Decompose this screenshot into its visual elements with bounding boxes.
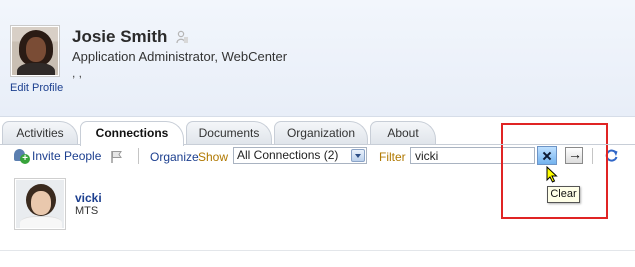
- toolbar-separator: [138, 148, 139, 164]
- invite-people-icon: +: [14, 149, 30, 164]
- content-bottom-border: [0, 250, 635, 251]
- profile-extra: , ,: [72, 66, 83, 80]
- show-select-value: All Connections (2): [237, 148, 339, 162]
- filter-label: Filter: [379, 150, 406, 164]
- profile-avatar: [10, 25, 60, 77]
- tab-documents[interactable]: Documents: [186, 121, 272, 145]
- profile-name: Josie Smith: [72, 27, 168, 46]
- tab-activities[interactable]: Activities: [2, 121, 78, 145]
- organize-link[interactable]: Organize: [150, 150, 199, 164]
- flag-icon[interactable]: [110, 150, 124, 164]
- contact-name-link[interactable]: vicki: [75, 191, 102, 205]
- presence-icon: [176, 30, 188, 44]
- profile-header: Josie Smith Application Administrator, W…: [0, 0, 635, 117]
- show-label: Show: [198, 150, 229, 164]
- clear-tooltip: Clear: [547, 186, 580, 203]
- contact-role: MTS: [75, 205, 99, 217]
- tab-connections[interactable]: Connections: [80, 121, 184, 146]
- avatar[interactable]: [14, 178, 66, 230]
- edit-profile-link[interactable]: Edit Profile: [10, 82, 63, 94]
- tab-about[interactable]: About: [370, 121, 436, 145]
- show-select[interactable]: All Connections (2): [233, 147, 367, 164]
- chevron-down-icon: [351, 149, 365, 162]
- profile-title: Application Administrator, WebCenter: [72, 49, 288, 64]
- invite-people-label: Invite People: [32, 149, 102, 163]
- invite-people-button[interactable]: + Invite People: [14, 149, 102, 164]
- tab-organization[interactable]: Organization: [274, 121, 368, 145]
- pointer-cursor-icon: [546, 166, 558, 183]
